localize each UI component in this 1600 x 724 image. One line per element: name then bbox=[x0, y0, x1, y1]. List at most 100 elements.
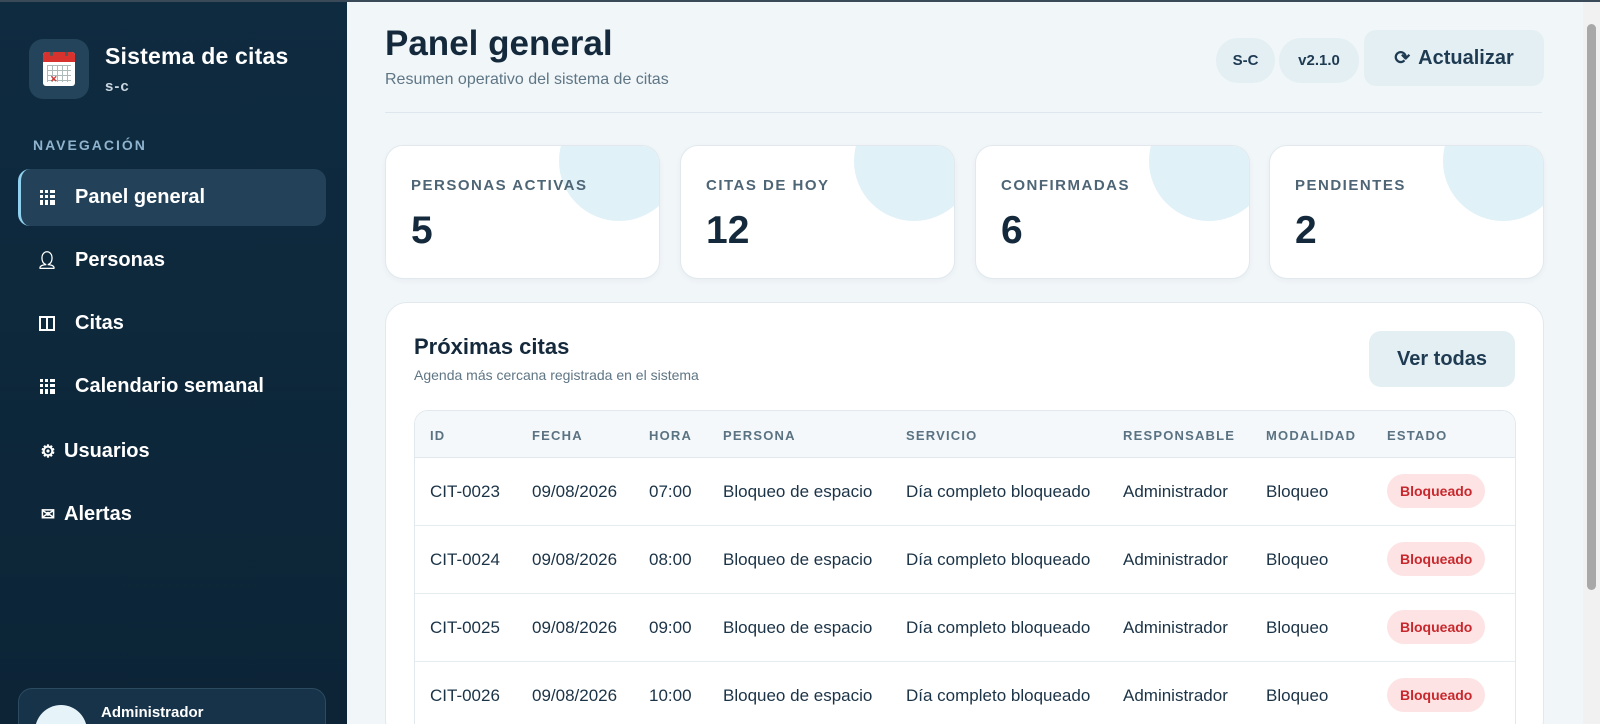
cell-id: CIT-0026 bbox=[430, 686, 500, 705]
cell-fecha: 09/08/2026 bbox=[532, 686, 618, 705]
table-header: ID FECHA HORA PERSONA SERVICIO RESPONSAB… bbox=[415, 411, 1515, 458]
upcoming-appointments-panel: Próximas citas Agenda más cercana regist… bbox=[385, 302, 1544, 724]
cell-hora: 10:00 bbox=[649, 686, 692, 705]
sidebar-item-label: Citas bbox=[75, 312, 124, 334]
sidebar-item-calendario[interactable]: Calendario semanal bbox=[18, 358, 326, 415]
sidebar-item-label: Alertas bbox=[64, 503, 132, 525]
scrollbar-thumb[interactable] bbox=[1587, 24, 1596, 590]
cell-id: CIT-0023 bbox=[430, 482, 500, 501]
stat-decoration bbox=[1443, 146, 1543, 221]
view-all-button[interactable]: Ver todas bbox=[1369, 331, 1515, 387]
column-header-responsable: RESPONSABLE bbox=[1123, 428, 1236, 443]
column-header-id: ID bbox=[430, 428, 446, 443]
stat-card-personas-activas: PERSONAS ACTIVAS 5 bbox=[385, 145, 660, 279]
column-header-hora: HORA bbox=[649, 428, 693, 443]
cell-fecha: 09/08/2026 bbox=[532, 550, 618, 569]
sidebar: ✕ Sistema de citas s-c NAVEGACIÓN Panel … bbox=[0, 0, 347, 724]
sidebar-item-label: Panel general bbox=[75, 186, 206, 208]
stat-label: PERSONAS ACTIVAS bbox=[411, 177, 588, 194]
cell-responsable: Administrador bbox=[1123, 550, 1228, 569]
cell-persona: Bloqueo de espacio bbox=[723, 550, 873, 569]
cell-modalidad: Bloqueo bbox=[1266, 686, 1329, 705]
sidebar-item-panel-general[interactable]: Panel general bbox=[18, 169, 326, 226]
cell-persona: Bloqueo de espacio bbox=[723, 618, 873, 637]
cell-servicio: Día completo bloqueado bbox=[906, 482, 1091, 501]
status-badge: Bloqueado bbox=[1387, 474, 1486, 508]
cell-persona: Bloqueo de espacio bbox=[723, 686, 873, 705]
avatar bbox=[35, 705, 87, 724]
appointments-table: ID FECHA HORA PERSONA SERVICIO RESPONSAB… bbox=[414, 410, 1516, 724]
mail-icon: ✉ bbox=[40, 504, 56, 524]
cell-responsable: Administrador bbox=[1123, 618, 1228, 637]
panel-title: Próximas citas bbox=[414, 334, 570, 359]
sidebar-item-citas[interactable]: Citas bbox=[18, 295, 326, 352]
cell-hora: 09:00 bbox=[649, 618, 692, 637]
window-top-border bbox=[0, 0, 1600, 2]
sidebar-item-label: Usuarios bbox=[64, 440, 150, 462]
cell-id: CIT-0024 bbox=[430, 550, 500, 569]
app-title: Sistema de citas bbox=[105, 43, 289, 69]
stat-card-pendientes: PENDIENTES 2 bbox=[1269, 145, 1544, 279]
cell-hora: 08:00 bbox=[649, 550, 692, 569]
cell-servicio: Día completo bloqueado bbox=[906, 686, 1091, 705]
table-row[interactable]: CIT-0026 09/08/2026 10:00 Bloqueo de esp… bbox=[415, 662, 1515, 724]
cell-modalidad: Bloqueo bbox=[1266, 618, 1329, 637]
calendar-grid-icon bbox=[37, 379, 57, 394]
column-header-fecha: FECHA bbox=[532, 428, 583, 443]
refresh-button[interactable]: ⟳ Actualizar bbox=[1364, 30, 1544, 86]
page-scrollbar[interactable] bbox=[1583, 0, 1600, 724]
book-icon bbox=[37, 316, 57, 331]
sidebar-item-label: Calendario semanal bbox=[75, 375, 264, 397]
column-header-estado: ESTADO bbox=[1387, 428, 1448, 443]
stat-card-confirmadas: CONFIRMADAS 6 bbox=[975, 145, 1250, 279]
sidebar-item-label: Personas bbox=[75, 249, 166, 271]
header-divider bbox=[385, 112, 1542, 113]
cell-responsable: Administrador bbox=[1123, 482, 1228, 501]
person-icon: 👤︎ bbox=[36, 250, 58, 270]
column-header-modalidad: MODALIDAD bbox=[1266, 428, 1357, 443]
sidebar-item-personas[interactable]: 👤︎ Personas bbox=[18, 232, 326, 289]
cell-persona: Bloqueo de espacio bbox=[723, 482, 873, 501]
sidebar-item-usuarios[interactable]: ⚙ Usuarios bbox=[18, 423, 326, 480]
version-badge: v2.1.0 bbox=[1279, 38, 1359, 83]
panel-subtitle: Agenda más cercana registrada en el sist… bbox=[414, 367, 699, 383]
table-row[interactable]: CIT-0024 09/08/2026 08:00 Bloqueo de esp… bbox=[415, 526, 1515, 594]
user-card[interactable]: Administrador bbox=[18, 688, 326, 724]
grid-icon bbox=[37, 190, 57, 205]
stat-value: 2 bbox=[1295, 209, 1317, 252]
status-badge: Bloqueado bbox=[1387, 542, 1486, 576]
status-badge: Bloqueado bbox=[1387, 678, 1486, 712]
cell-responsable: Administrador bbox=[1123, 686, 1228, 705]
calendar-logo-icon: ✕ bbox=[29, 39, 89, 99]
stat-value: 6 bbox=[1001, 209, 1023, 252]
stat-value: 12 bbox=[706, 209, 750, 252]
gear-icon: ⚙ bbox=[40, 441, 56, 461]
cell-modalidad: Bloqueo bbox=[1266, 482, 1329, 501]
sidebar-item-alertas[interactable]: ✉ Alertas bbox=[18, 486, 326, 543]
table-row[interactable]: CIT-0023 09/08/2026 07:00 Bloqueo de esp… bbox=[415, 458, 1515, 526]
nav-heading: NAVEGACIÓN bbox=[33, 137, 147, 153]
stat-label: PENDIENTES bbox=[1295, 177, 1406, 194]
column-header-persona: PERSONA bbox=[723, 428, 796, 443]
stat-label: CONFIRMADAS bbox=[1001, 177, 1130, 194]
cell-fecha: 09/08/2026 bbox=[532, 482, 618, 501]
refresh-label: Actualizar bbox=[1418, 46, 1514, 69]
stat-card-citas-de-hoy: CITAS DE HOY 12 bbox=[680, 145, 955, 279]
refresh-icon: ⟳ bbox=[1394, 47, 1411, 69]
main-content: Panel general Resumen operativo del sist… bbox=[347, 0, 1600, 724]
user-name: Administrador bbox=[101, 704, 204, 721]
system-badge: S-C bbox=[1216, 38, 1275, 83]
page-subtitle: Resumen operativo del sistema de citas bbox=[385, 71, 669, 88]
cell-servicio: Día completo bloqueado bbox=[906, 618, 1091, 637]
stat-decoration bbox=[854, 146, 954, 221]
table-row[interactable]: CIT-0025 09/08/2026 09:00 Bloqueo de esp… bbox=[415, 594, 1515, 662]
cell-servicio: Día completo bloqueado bbox=[906, 550, 1091, 569]
cell-fecha: 09/08/2026 bbox=[532, 618, 618, 637]
cell-hora: 07:00 bbox=[649, 482, 692, 501]
status-badge: Bloqueado bbox=[1387, 610, 1486, 644]
cell-id: CIT-0025 bbox=[430, 618, 500, 637]
stat-label: CITAS DE HOY bbox=[706, 177, 830, 194]
stat-value: 5 bbox=[411, 209, 433, 252]
page-title: Panel general bbox=[385, 24, 613, 63]
column-header-servicio: SERVICIO bbox=[906, 428, 978, 443]
